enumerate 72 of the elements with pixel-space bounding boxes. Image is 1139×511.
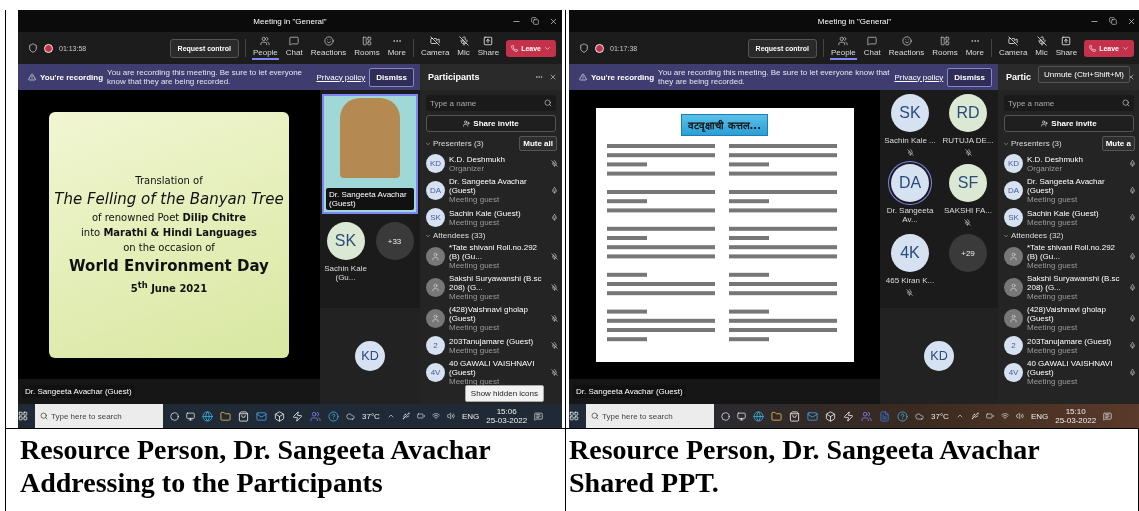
participant-name: Sakshi Suryawanshi (B.sc 208) (G... xyxy=(1027,274,1121,292)
participant-role: Meeting guest xyxy=(1027,323,1079,332)
window-title: Meeting in "General" xyxy=(253,16,327,26)
participant-role: Meeting guest xyxy=(449,292,501,301)
participant-name: SAKSHI FA... xyxy=(944,206,992,215)
banner-message: You are recording this meeting. Be sure to let everyone know that they are being recorded. xyxy=(107,68,304,86)
participant-name: K.D. Deshmukh xyxy=(449,154,507,164)
avatar: KD xyxy=(924,341,954,371)
participant-name: Sachin Kale (Guest) xyxy=(1027,208,1100,218)
slide-text: on the occasion of xyxy=(123,242,215,254)
participant-role: Meeting guest xyxy=(449,323,501,332)
participant-role: Organizer xyxy=(1027,163,1064,173)
participant-name: (428)Vaishnavi gholap (Guest) xyxy=(449,305,529,323)
slide-text: of renowned Poet Dilip Chitre xyxy=(91,212,247,224)
panel-title: Participants xyxy=(428,72,480,82)
caption: Resource Person, Dr. Sangeeta Avachar xyxy=(20,433,492,466)
participant-name: 203Tanujamare (Guest) xyxy=(1027,336,1113,346)
slide-title: वटवृक्षाची कत्तल... xyxy=(681,113,768,136)
participant-role: Organizer xyxy=(449,163,486,173)
participant-name: Dr. Sangeeta Avachar (Guest) xyxy=(1027,177,1106,195)
participant-role: Meeting guest xyxy=(449,261,501,270)
participant-role: Meeting guest xyxy=(449,195,501,204)
participant-role: Meeting guest xyxy=(449,345,500,355)
participant-name: *Tate shivani Roll.no.292 (B) (Gu... xyxy=(449,243,539,261)
avatar: KD xyxy=(355,341,385,371)
slide-text: 5$^{th}$ June 2021 xyxy=(130,279,208,294)
avatar: 4K xyxy=(891,234,929,272)
participant-name: Dr. Sangeeta Avachar (Guest) xyxy=(449,177,528,195)
participant-name: Sakshi Suryawanshi (B.sc 208) (G... xyxy=(449,274,543,292)
banner-heading: You're recording xyxy=(40,72,104,82)
temperature: 37°C xyxy=(362,411,380,421)
slide-text: into Marathi & Hindi Languages xyxy=(81,227,257,239)
participant-name: Sachin Kale ... xyxy=(884,136,936,145)
slide-text: The Felling of the Banyan Tree xyxy=(54,190,284,209)
avatar: SK xyxy=(891,94,929,132)
avatar: DA xyxy=(891,164,929,202)
participant-name: RUTUJA DE... xyxy=(942,136,994,145)
participant-name: 40 GAWALI VAISHNAVI (Guest) xyxy=(449,359,536,377)
participant-role: Meeting guest xyxy=(1027,261,1079,270)
participant-name: 465 Kiran K... xyxy=(885,276,935,285)
participant-name: Sachin Kale (Gu... xyxy=(323,264,368,282)
participant-name: Dr. Sangeeta Avachar (Guest) xyxy=(326,188,414,210)
avatar: RD xyxy=(949,94,987,132)
participant-name: K.D. Deshmukh xyxy=(1027,154,1085,164)
participant-role: Meeting guest xyxy=(449,217,500,227)
caption: Resource Person, Dr. Sangeeta Avachar xyxy=(569,433,1041,466)
participant-role: Meeting guest xyxy=(1027,292,1079,301)
caption: Addressing to the Participants xyxy=(20,466,384,499)
window-title: Meeting in "General" xyxy=(817,16,892,26)
participant-name: 40 GAWALI VAISHNAVI (Guest) xyxy=(1027,359,1114,377)
participant-role: Meeting guest xyxy=(1027,345,1078,355)
caption: Shared PPT. xyxy=(569,466,720,499)
participant-name: Dr. Sangeeta Av... xyxy=(885,206,935,224)
presenter-name: Dr. Sangeeta Avachar (Guest) xyxy=(22,385,135,398)
participant-name: 203Tanujamare (Guest) xyxy=(449,336,535,346)
slide-text: Translation of xyxy=(135,175,203,187)
participant-role: Meeting guest xyxy=(1027,217,1078,227)
participant-name: *Tate shivani Roll.no.292 (B) (Gu... xyxy=(1027,243,1117,261)
participant-name: (428)Vaishnavi gholap (Guest) xyxy=(1027,305,1107,323)
slide-text: World Environment Day xyxy=(69,257,269,276)
banner-message: You are recording this meeting. Be sure to let everyone know that they are being recorded. xyxy=(658,68,891,86)
panel-title: Partic xyxy=(1006,72,1031,82)
participant-role: Meeting guest xyxy=(1027,195,1079,204)
tooltip: Unmute (Ctrl+Shift+M) xyxy=(1038,66,1131,83)
banner-heading: You're recording xyxy=(591,72,655,82)
participant-role: Meeting guest xyxy=(1027,377,1079,386)
presenter-name: Dr. Sangeeta Avachar (Guest) xyxy=(573,385,686,398)
tooltip: Show hidden icons xyxy=(464,385,544,402)
participant-name: Sachin Kale (Guest) xyxy=(449,208,522,218)
avatar: SF xyxy=(949,164,987,202)
avatar: SK xyxy=(326,222,365,260)
temperature: 37°C xyxy=(931,411,949,421)
